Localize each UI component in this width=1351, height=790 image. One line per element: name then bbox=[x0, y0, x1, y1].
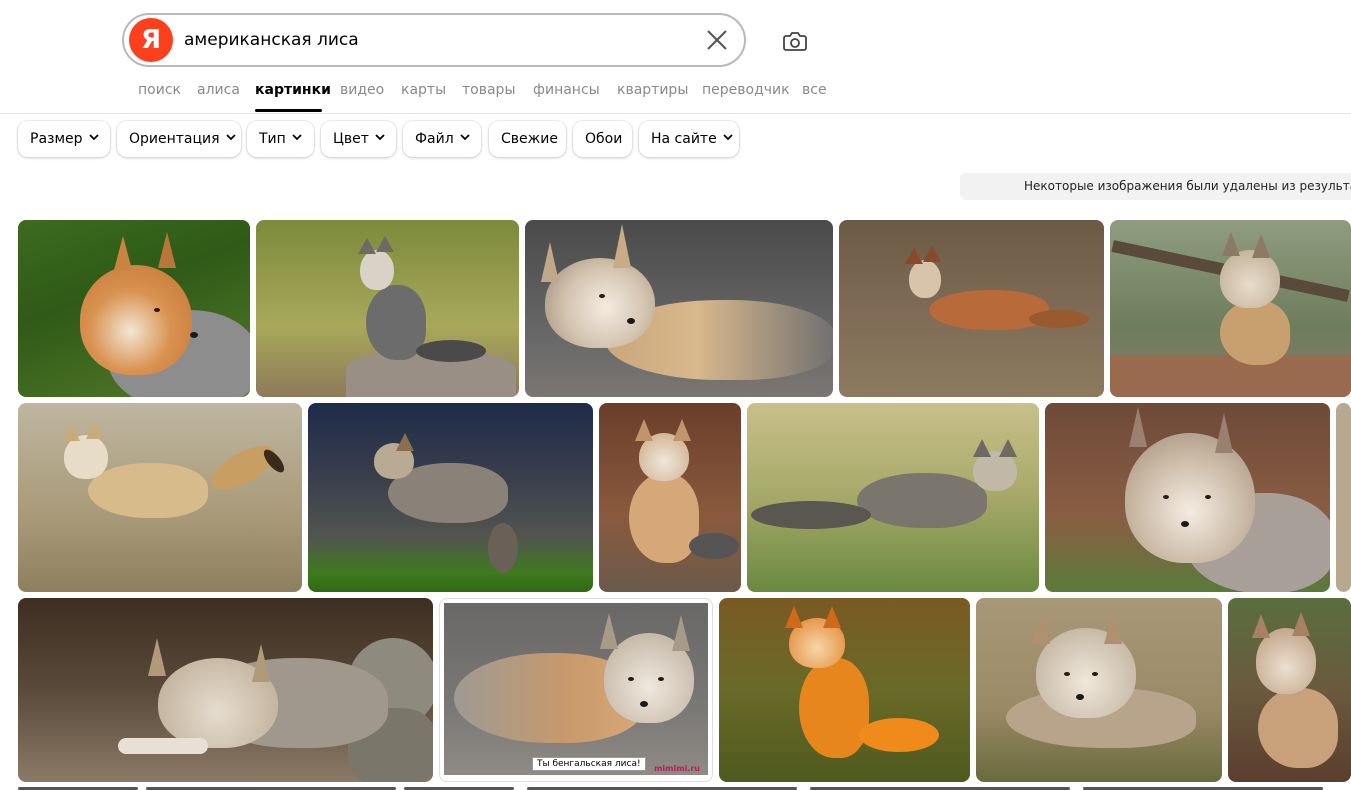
image-result[interactable] bbox=[839, 220, 1104, 397]
image-result[interactable] bbox=[1228, 598, 1351, 782]
image-result[interactable] bbox=[1110, 220, 1351, 397]
filter-on-site[interactable]: На сайте bbox=[639, 121, 739, 157]
chevron-down-icon bbox=[723, 134, 733, 141]
image-result[interactable] bbox=[18, 220, 250, 397]
image-result[interactable] bbox=[256, 220, 519, 397]
image-result[interactable] bbox=[18, 403, 302, 592]
tab-maps[interactable]: карты bbox=[401, 82, 446, 98]
filter-fresh[interactable]: Свежие bbox=[489, 121, 566, 157]
watermark-logo: mimimi.ru bbox=[654, 764, 700, 773]
chevron-down-icon bbox=[460, 134, 470, 141]
filter-type-label: Тип bbox=[259, 131, 286, 147]
tab-images[interactable]: картинки bbox=[255, 82, 331, 98]
image-result[interactable] bbox=[308, 403, 593, 592]
yandex-logo[interactable]: Я bbox=[129, 18, 173, 62]
filter-on-site-label: На сайте bbox=[651, 131, 717, 147]
search-input[interactable]: американская лиса bbox=[184, 15, 359, 65]
chevron-down-icon bbox=[375, 134, 385, 141]
image-result[interactable] bbox=[976, 598, 1222, 782]
tab-video[interactable]: видео bbox=[340, 82, 384, 98]
filter-wallpapers-label: Обои bbox=[585, 131, 623, 147]
image-result[interactable] bbox=[525, 220, 833, 397]
camera-search-icon[interactable] bbox=[780, 26, 810, 56]
image-caption: Ты бенгальская лиса! bbox=[532, 757, 646, 771]
tab-search[interactable]: поиск bbox=[138, 82, 181, 98]
image-result[interactable]: Ты бенгальская лиса! mimimi.ru bbox=[439, 598, 713, 782]
header-divider bbox=[0, 113, 1351, 114]
image-result[interactable] bbox=[1336, 403, 1351, 592]
image-result[interactable] bbox=[747, 403, 1039, 592]
tab-products[interactable]: товары bbox=[462, 82, 516, 98]
filter-color[interactable]: Цвет bbox=[321, 121, 396, 157]
filter-fresh-label: Свежие bbox=[501, 131, 558, 147]
filter-type[interactable]: Тип bbox=[247, 121, 314, 157]
filter-orientation[interactable]: Ориентация bbox=[117, 121, 241, 157]
image-result[interactable] bbox=[719, 598, 970, 782]
filter-size-label: Размер bbox=[30, 131, 83, 147]
chevron-down-icon bbox=[88, 134, 99, 141]
search-box[interactable]: Я американская лиса bbox=[122, 13, 746, 67]
chevron-down-icon bbox=[292, 134, 302, 141]
tab-apartments[interactable]: квартиры bbox=[617, 82, 688, 98]
removed-images-notice[interactable]: Некоторые изображения были удалены из ре… bbox=[960, 173, 1351, 200]
tab-all[interactable]: все bbox=[802, 82, 827, 98]
filter-file[interactable]: Файл bbox=[403, 121, 481, 157]
filter-color-label: Цвет bbox=[333, 131, 369, 147]
tab-finance[interactable]: финансы bbox=[533, 82, 600, 98]
chevron-down-icon bbox=[225, 134, 236, 141]
active-tab-underline bbox=[255, 109, 322, 112]
filter-orientation-label: Ориентация bbox=[129, 131, 220, 147]
filter-size[interactable]: Размер bbox=[18, 121, 110, 157]
image-result[interactable] bbox=[18, 598, 433, 782]
filter-file-label: Файл bbox=[415, 131, 454, 147]
tab-alice[interactable]: алиса bbox=[197, 82, 240, 98]
image-result[interactable] bbox=[599, 403, 741, 592]
image-result[interactable] bbox=[1045, 403, 1330, 592]
tab-translator[interactable]: переводчик bbox=[702, 82, 790, 98]
clear-icon[interactable] bbox=[704, 27, 730, 53]
filter-wallpapers[interactable]: Обои bbox=[573, 121, 632, 157]
